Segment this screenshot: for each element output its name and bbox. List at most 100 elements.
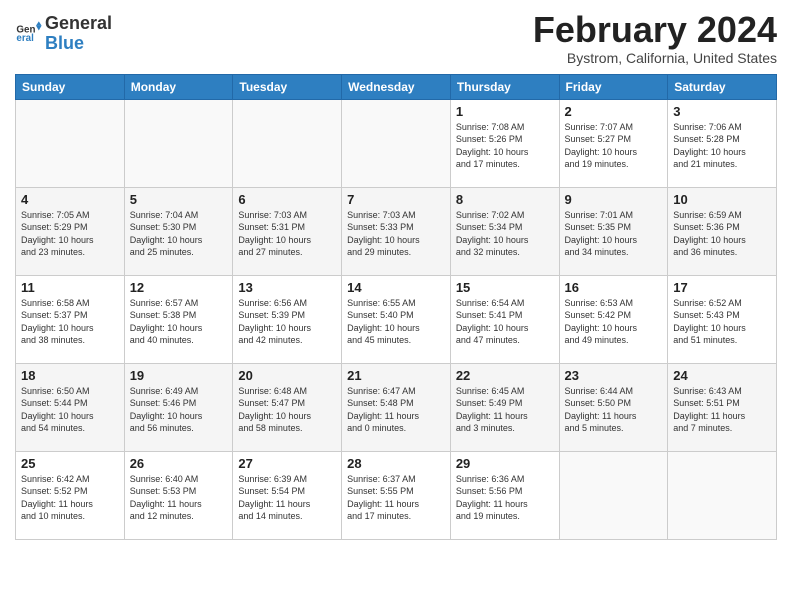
day-number: 8 xyxy=(456,192,554,207)
title-block: February 2024 Bystrom, California, Unite… xyxy=(533,10,777,66)
calendar-cell: 23 Sunrise: 6:44 AM Sunset: 5:50 PM Dayli… xyxy=(559,363,668,451)
day-info: Sunrise: 6:42 AM Sunset: 5:52 PM Dayligh… xyxy=(21,473,119,523)
day-info: Sunrise: 6:36 AM Sunset: 5:56 PM Dayligh… xyxy=(456,473,554,523)
calendar-week-2: 4 Sunrise: 7:05 AM Sunset: 5:29 PM Daylig… xyxy=(16,187,777,275)
day-number: 28 xyxy=(347,456,445,471)
weekday-header-saturday: Saturday xyxy=(668,74,777,99)
day-number: 24 xyxy=(673,368,771,383)
day-info: Sunrise: 7:08 AM Sunset: 5:26 PM Dayligh… xyxy=(456,121,554,171)
logo-text: General Blue xyxy=(45,14,112,54)
day-number: 6 xyxy=(238,192,336,207)
day-number: 26 xyxy=(130,456,228,471)
day-info: Sunrise: 6:44 AM Sunset: 5:50 PM Dayligh… xyxy=(565,385,663,435)
day-number: 17 xyxy=(673,280,771,295)
day-number: 19 xyxy=(130,368,228,383)
calendar-cell xyxy=(124,99,233,187)
logo-general: General xyxy=(45,13,112,33)
calendar-cell: 8 Sunrise: 7:02 AM Sunset: 5:34 PM Daylig… xyxy=(450,187,559,275)
calendar-cell: 3 Sunrise: 7:06 AM Sunset: 5:28 PM Daylig… xyxy=(668,99,777,187)
day-number: 27 xyxy=(238,456,336,471)
day-info: Sunrise: 6:43 AM Sunset: 5:51 PM Dayligh… xyxy=(673,385,771,435)
day-info: Sunrise: 6:52 AM Sunset: 5:43 PM Dayligh… xyxy=(673,297,771,347)
day-number: 23 xyxy=(565,368,663,383)
day-info: Sunrise: 7:03 AM Sunset: 5:33 PM Dayligh… xyxy=(347,209,445,259)
calendar-cell: 9 Sunrise: 7:01 AM Sunset: 5:35 PM Daylig… xyxy=(559,187,668,275)
calendar-cell xyxy=(559,451,668,539)
day-number: 3 xyxy=(673,104,771,119)
day-info: Sunrise: 7:06 AM Sunset: 5:28 PM Dayligh… xyxy=(673,121,771,171)
day-number: 4 xyxy=(21,192,119,207)
calendar-cell: 14Sunrise: 6:55 AM Sunset: 5:40 PM Dayli… xyxy=(342,275,451,363)
calendar-week-4: 18Sunrise: 6:50 AM Sunset: 5:44 PM Dayli… xyxy=(16,363,777,451)
weekday-header-monday: Monday xyxy=(124,74,233,99)
day-info: Sunrise: 6:53 AM Sunset: 5:42 PM Dayligh… xyxy=(565,297,663,347)
day-number: 1 xyxy=(456,104,554,119)
calendar-cell: 28Sunrise: 6:37 AM Sunset: 5:55 PM Dayli… xyxy=(342,451,451,539)
day-info: Sunrise: 7:05 AM Sunset: 5:29 PM Dayligh… xyxy=(21,209,119,259)
calendar-cell: 1 Sunrise: 7:08 AM Sunset: 5:26 PM Daylig… xyxy=(450,99,559,187)
calendar-table: SundayMondayTuesdayWednesdayThursdayFrid… xyxy=(15,74,777,540)
calendar-header-row: SundayMondayTuesdayWednesdayThursdayFrid… xyxy=(16,74,777,99)
calendar-cell xyxy=(233,99,342,187)
calendar-cell: 17 Sunrise: 6:52 AM Sunset: 5:43 PM Dayli… xyxy=(668,275,777,363)
calendar-cell: 21 Sunrise: 6:47 AM Sunset: 5:48 PM Dayli… xyxy=(342,363,451,451)
logo-icon: Gen eral xyxy=(15,20,43,48)
day-number: 11 xyxy=(21,280,119,295)
day-info: Sunrise: 6:54 AM Sunset: 5:41 PM Dayligh… xyxy=(456,297,554,347)
calendar-cell: 7 Sunrise: 7:03 AM Sunset: 5:33 PM Daylig… xyxy=(342,187,451,275)
location: Bystrom, California, United States xyxy=(533,50,777,66)
day-info: Sunrise: 7:02 AM Sunset: 5:34 PM Dayligh… xyxy=(456,209,554,259)
day-number: 7 xyxy=(347,192,445,207)
calendar-body: 1 Sunrise: 7:08 AM Sunset: 5:26 PM Daylig… xyxy=(16,99,777,539)
day-number: 9 xyxy=(565,192,663,207)
day-info: Sunrise: 6:56 AM Sunset: 5:39 PM Dayligh… xyxy=(238,297,336,347)
calendar-cell: 12 Sunrise: 6:57 AM Sunset: 5:38 PM Dayli… xyxy=(124,275,233,363)
day-number: 29 xyxy=(456,456,554,471)
calendar-cell: 25 Sunrise: 6:42 AM Sunset: 5:52 PM Dayli… xyxy=(16,451,125,539)
calendar-cell: 11 Sunrise: 6:58 AM Sunset: 5:37 PM Dayli… xyxy=(16,275,125,363)
calendar-cell: 27 Sunrise: 6:39 AM Sunset: 5:54 PM Dayli… xyxy=(233,451,342,539)
calendar-cell: 19Sunrise: 6:49 AM Sunset: 5:46 PM Dayli… xyxy=(124,363,233,451)
day-info: Sunrise: 6:58 AM Sunset: 5:37 PM Dayligh… xyxy=(21,297,119,347)
calendar-cell: 22Sunrise: 6:45 AM Sunset: 5:49 PM Dayli… xyxy=(450,363,559,451)
day-info: Sunrise: 6:50 AM Sunset: 5:44 PM Dayligh… xyxy=(21,385,119,435)
weekday-header-thursday: Thursday xyxy=(450,74,559,99)
day-info: Sunrise: 6:39 AM Sunset: 5:54 PM Dayligh… xyxy=(238,473,336,523)
calendar-cell: 24 Sunrise: 6:43 AM Sunset: 5:51 PM Dayli… xyxy=(668,363,777,451)
calendar-week-3: 11 Sunrise: 6:58 AM Sunset: 5:37 PM Dayli… xyxy=(16,275,777,363)
day-number: 20 xyxy=(238,368,336,383)
day-info: Sunrise: 6:45 AM Sunset: 5:49 PM Dayligh… xyxy=(456,385,554,435)
weekday-header-friday: Friday xyxy=(559,74,668,99)
day-number: 21 xyxy=(347,368,445,383)
calendar-week-5: 25 Sunrise: 6:42 AM Sunset: 5:52 PM Dayli… xyxy=(16,451,777,539)
calendar-cell: 15 Sunrise: 6:54 AM Sunset: 5:41 PM Dayli… xyxy=(450,275,559,363)
day-info: Sunrise: 7:04 AM Sunset: 5:30 PM Dayligh… xyxy=(130,209,228,259)
day-number: 14 xyxy=(347,280,445,295)
day-info: Sunrise: 7:03 AM Sunset: 5:31 PM Dayligh… xyxy=(238,209,336,259)
calendar-cell: 10 Sunrise: 6:59 AM Sunset: 5:36 PM Dayli… xyxy=(668,187,777,275)
day-info: Sunrise: 7:01 AM Sunset: 5:35 PM Dayligh… xyxy=(565,209,663,259)
day-number: 15 xyxy=(456,280,554,295)
day-number: 2 xyxy=(565,104,663,119)
day-info: Sunrise: 6:57 AM Sunset: 5:38 PM Dayligh… xyxy=(130,297,228,347)
calendar-cell: 4 Sunrise: 7:05 AM Sunset: 5:29 PM Daylig… xyxy=(16,187,125,275)
calendar-cell: 13Sunrise: 6:56 AM Sunset: 5:39 PM Dayli… xyxy=(233,275,342,363)
day-number: 10 xyxy=(673,192,771,207)
day-info: Sunrise: 6:48 AM Sunset: 5:47 PM Dayligh… xyxy=(238,385,336,435)
calendar-cell xyxy=(16,99,125,187)
calendar-cell: 2 Sunrise: 7:07 AM Sunset: 5:27 PM Daylig… xyxy=(559,99,668,187)
day-number: 12 xyxy=(130,280,228,295)
day-info: Sunrise: 6:47 AM Sunset: 5:48 PM Dayligh… xyxy=(347,385,445,435)
weekday-header-wednesday: Wednesday xyxy=(342,74,451,99)
weekday-header-sunday: Sunday xyxy=(16,74,125,99)
day-info: Sunrise: 6:40 AM Sunset: 5:53 PM Dayligh… xyxy=(130,473,228,523)
day-info: Sunrise: 6:59 AM Sunset: 5:36 PM Dayligh… xyxy=(673,209,771,259)
day-number: 16 xyxy=(565,280,663,295)
day-info: Sunrise: 7:07 AM Sunset: 5:27 PM Dayligh… xyxy=(565,121,663,171)
logo: Gen eral General Blue xyxy=(15,14,112,54)
calendar-cell: 16 Sunrise: 6:53 AM Sunset: 5:42 PM Dayli… xyxy=(559,275,668,363)
calendar-cell: 6 Sunrise: 7:03 AM Sunset: 5:31 PM Daylig… xyxy=(233,187,342,275)
calendar-cell: 5Sunrise: 7:04 AM Sunset: 5:30 PM Daylig… xyxy=(124,187,233,275)
calendar-cell: 26 Sunrise: 6:40 AM Sunset: 5:53 PM Dayli… xyxy=(124,451,233,539)
day-number: 25 xyxy=(21,456,119,471)
